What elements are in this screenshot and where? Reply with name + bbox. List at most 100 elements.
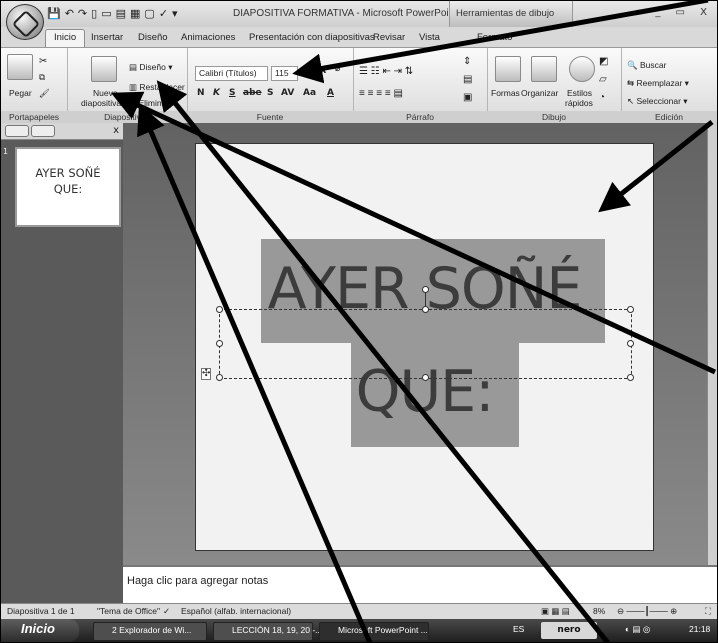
vertical-scrollbar[interactable]	[707, 123, 717, 565]
shrink-font-icon[interactable]: A	[319, 66, 326, 76]
quick-styles-label-1[interactable]: Estilos	[567, 88, 592, 98]
shadow-icon[interactable]: S	[267, 88, 273, 98]
resize-handle[interactable]	[627, 340, 634, 347]
align-text-icon[interactable]: ▤	[463, 74, 472, 85]
zoom-level[interactable]: 8%	[593, 606, 605, 616]
paste-label[interactable]: Pegar	[9, 88, 32, 98]
tray-icons[interactable]: ◐ ▤ ◎	[625, 624, 650, 635]
arrange-icon[interactable]	[531, 56, 557, 82]
replace-button[interactable]: ⇆ Reemplazar ▾	[627, 78, 689, 89]
tab-slides[interactable]	[5, 125, 29, 137]
slide[interactable]: AYER SOÑÉ QUE: ✣	[195, 143, 654, 551]
resize-handle[interactable]	[627, 374, 634, 381]
task-powerpoint[interactable]: Microsoft PowerPoint ...	[319, 622, 429, 641]
clear-format-icon[interactable]: ⌀	[335, 64, 340, 74]
tab-formato[interactable]: Formato	[477, 32, 512, 43]
select-button[interactable]: ↖ Seleccionar ▾	[627, 96, 688, 107]
nero-search[interactable]: nero	[541, 622, 597, 639]
tab-insertar[interactable]: Insertar	[91, 32, 123, 43]
tab-diseno[interactable]: Diseño	[138, 32, 168, 43]
layout-button[interactable]: ▤ Diseño ▾	[129, 62, 173, 73]
font-size-box[interactable]: 115	[271, 66, 298, 81]
find-button[interactable]: 🔍 Buscar	[627, 60, 666, 71]
open-icon[interactable]: ▭	[101, 7, 111, 20]
office-button[interactable]	[6, 4, 44, 40]
outline-icon[interactable]: ▱	[599, 74, 607, 85]
align-icons[interactable]: ≡ ≡ ≡ ≡ ▤	[359, 88, 403, 99]
new-slide-label-2[interactable]: diapositiva	[81, 98, 121, 108]
tab-inicio[interactable]: Inicio	[45, 29, 86, 47]
quick-styles-icon[interactable]	[569, 56, 595, 82]
shapes-icon[interactable]	[495, 56, 521, 82]
quick-print-icon[interactable]: ▦	[130, 7, 140, 20]
view-buttons[interactable]: ▣ ▦ ▤	[541, 606, 570, 617]
format-painter-icon[interactable]: 🖌	[39, 88, 50, 99]
spacing-icon[interactable]: AV	[281, 88, 294, 98]
zoom-slider[interactable]: ⊖ ───┃─── ⊕	[617, 606, 677, 617]
smartart-icon[interactable]: ▣	[463, 92, 472, 103]
delete-button[interactable]: ✕ Eliminar	[129, 98, 169, 109]
fit-slide-icon[interactable]: ⛶	[705, 606, 711, 617]
task-explorer[interactable]: 2 Explorador de Wi...	[93, 622, 207, 641]
quick-styles-label-2[interactable]: rápidos	[565, 98, 593, 108]
new-slide-icon[interactable]	[91, 56, 117, 82]
new-slide-label-1[interactable]: Nueva	[93, 88, 118, 98]
find-label: Buscar	[639, 60, 667, 70]
start-button[interactable]: Inicio	[1, 619, 79, 642]
language-indicator[interactable]: ES	[513, 624, 524, 634]
resize-handle[interactable]	[216, 374, 223, 381]
bold-icon[interactable]: N	[197, 88, 205, 98]
spelling-status-icon[interactable]: ✓	[163, 606, 170, 617]
resize-handle[interactable]	[422, 306, 429, 313]
resize-handle[interactable]	[627, 306, 634, 313]
paste-icon[interactable]	[7, 54, 33, 80]
tab-outline[interactable]	[31, 125, 55, 137]
save-icon[interactable]: 💾	[47, 7, 61, 20]
selected-textbox[interactable]	[219, 309, 632, 379]
font-color-icon[interactable]: A	[327, 88, 334, 98]
cut-icon[interactable]: ✂	[39, 56, 47, 67]
italic-icon[interactable]: K	[213, 88, 220, 98]
task-leccion[interactable]: LECCIÓN 18, 19, 20 -...	[213, 622, 322, 641]
close-icon[interactable]: x	[113, 125, 119, 136]
fill-icon[interactable]: ◩	[599, 56, 608, 67]
reset-button[interactable]: ▥ Restablecer	[129, 82, 185, 93]
redo-icon[interactable]: ↷	[78, 7, 87, 20]
strikethrough-icon[interactable]: abe	[243, 88, 262, 98]
tab-revisar[interactable]: Revisar	[373, 32, 405, 43]
grow-font-icon[interactable]: A	[301, 64, 310, 78]
move-icon[interactable]: ✣	[201, 368, 212, 380]
slide-thumbnail[interactable]: AYER SOÑÉ QUE:	[15, 147, 121, 227]
underline-icon[interactable]: S	[229, 88, 235, 98]
group-diapositivas: Nueva diapositiva ▤ Diseño ▾ ▥ Restablec…	[67, 48, 188, 124]
theme-name[interactable]: "Tema de Office"	[97, 606, 160, 616]
text-direction-icon[interactable]: ⇕	[463, 56, 471, 67]
rotation-handle[interactable]	[422, 286, 429, 293]
tab-animaciones[interactable]: Animaciones	[181, 32, 235, 43]
new-icon[interactable]: ▯	[91, 7, 97, 20]
resize-handle[interactable]	[216, 306, 223, 313]
title-bar: 💾 ↶ ↷ ▯ ▭ ▤ ▦ ▢ ✓ ▾ DIAPOSITIVA FORMATIV…	[1, 1, 717, 27]
window-controls[interactable]: _ ▭ X	[655, 7, 713, 18]
font-name-box[interactable]: Calibri (Títulos)	[195, 66, 268, 81]
resize-handle[interactable]	[216, 340, 223, 347]
select-label: Seleccionar	[636, 96, 681, 106]
arrange-label[interactable]: Organizar	[521, 88, 558, 98]
tab-vista[interactable]: Vista	[419, 32, 440, 43]
preview-icon[interactable]: ▢	[144, 7, 154, 20]
task-label: Microsoft PowerPoint ...	[338, 625, 428, 635]
spelling-icon[interactable]: ✓	[159, 7, 168, 20]
resize-handle[interactable]	[422, 374, 429, 381]
print-icon[interactable]: ▤	[116, 7, 126, 20]
shapes-label[interactable]: Formas	[491, 88, 520, 98]
undo-icon[interactable]: ↶	[65, 7, 74, 20]
copy-icon[interactable]: ⧉	[39, 72, 45, 83]
context-tab-label: Herramientas de dibujo	[456, 8, 555, 19]
customize-icon[interactable]: ▾	[172, 7, 178, 20]
change-case-icon[interactable]: Aa	[303, 88, 316, 98]
tab-presentacion[interactable]: Presentación con diapositivas	[249, 32, 375, 43]
language[interactable]: Español (alfab. internacional)	[181, 606, 291, 616]
bullets-icon[interactable]: ☰ ☷ ⇤ ⇥ ⇅	[359, 66, 413, 77]
effects-icon[interactable]: ◔	[599, 92, 605, 103]
notes-pane[interactable]: Haga clic para agregar notas	[123, 565, 717, 605]
